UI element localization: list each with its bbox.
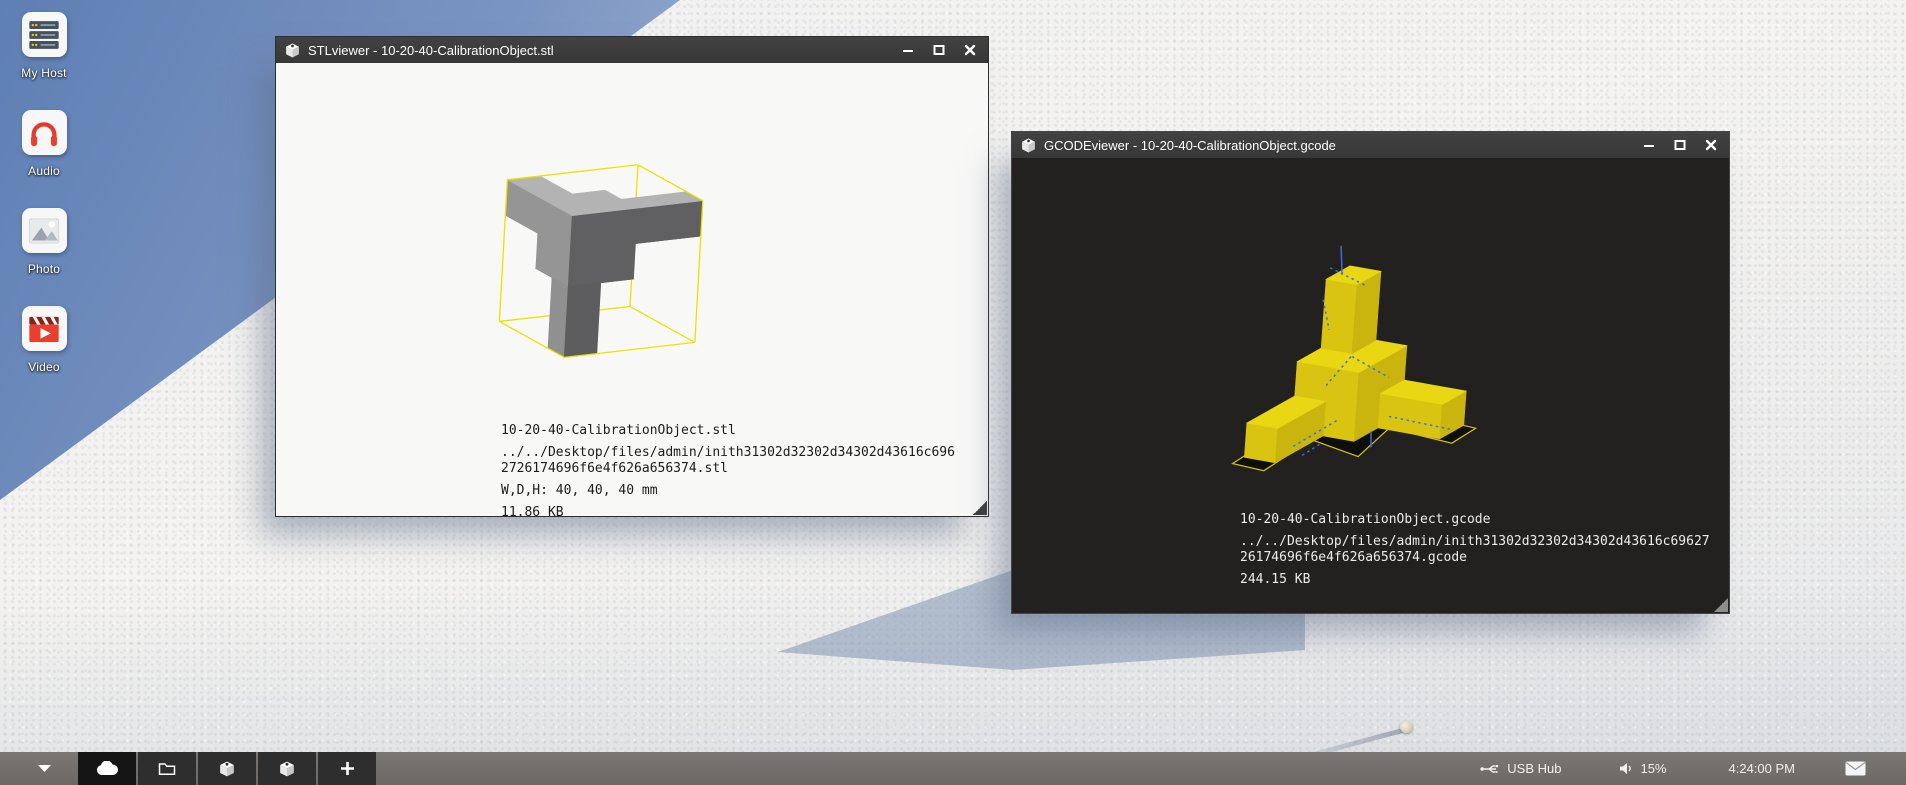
gcode-window-titlebar[interactable]: GCODEviewer - 10-20-40-CalibrationObject… bbox=[1012, 132, 1729, 158]
desktop-icon-photo[interactable]: Photo bbox=[16, 208, 72, 276]
desktop-icon-label: My Host bbox=[21, 66, 66, 80]
taskbar-buttons bbox=[78, 752, 376, 785]
folder-icon bbox=[158, 761, 176, 776]
headphones-icon bbox=[22, 110, 67, 155]
gcode-filename: 10-20-40-CalibrationObject.gcode bbox=[1240, 512, 1710, 528]
volume-status[interactable]: 15% bbox=[1619, 761, 1666, 776]
desktop-icon-my-host[interactable]: My Host bbox=[16, 12, 72, 80]
wall-peg bbox=[1400, 721, 1413, 733]
stl-file-info: 10-20-40-CalibrationObject.stl ../../Des… bbox=[501, 423, 955, 516]
cloud-icon bbox=[96, 761, 118, 776]
taskbar-button-stlviewer[interactable] bbox=[198, 752, 256, 785]
cube-icon bbox=[219, 761, 235, 777]
stl-filename: 10-20-40-CalibrationObject.stl bbox=[501, 423, 955, 439]
plus-icon bbox=[340, 761, 355, 776]
maximize-icon[interactable] bbox=[1673, 138, 1687, 152]
server-icon bbox=[22, 12, 67, 57]
stl-viewport-area: 10-20-40-CalibrationObject.stl ../../Des… bbox=[276, 63, 988, 516]
gcode-filepath: ../../Desktop/files/admin/inith31302d323… bbox=[1240, 534, 1710, 566]
stl-window-titlebar[interactable]: STLviewer - 10-20-40-CalibrationObject.s… bbox=[276, 37, 988, 63]
clock[interactable]: 4:24:00 PM bbox=[1729, 761, 1796, 776]
volume-label: 15% bbox=[1640, 761, 1666, 776]
notifications[interactable] bbox=[1845, 761, 1866, 776]
taskbar: USB Hub 15% 4:24:00 PM bbox=[0, 752, 1906, 785]
close-icon[interactable] bbox=[1704, 138, 1718, 152]
desktop-icon-label: Audio bbox=[28, 164, 60, 178]
usb-status[interactable]: USB Hub bbox=[1480, 761, 1561, 776]
gcode-file-info: 10-20-40-CalibrationObject.gcode ../../D… bbox=[1240, 512, 1710, 594]
taskbar-button-gcodeviewer[interactable] bbox=[258, 752, 316, 785]
stl-filesize: 11.86 KB bbox=[501, 505, 955, 516]
desktop-icon-label: Photo bbox=[28, 262, 60, 276]
taskbar-status-area: USB Hub 15% 4:24:00 PM bbox=[1480, 761, 1906, 776]
resize-handle-icon[interactable] bbox=[1714, 598, 1728, 612]
cube-app-icon bbox=[1021, 138, 1036, 153]
taskbar-button-files[interactable] bbox=[138, 752, 196, 785]
stl-dimensions: W,D,H: 40, 40, 40 mm bbox=[501, 483, 955, 499]
desktop-icon-list: My Host Audio Photo bbox=[16, 12, 72, 374]
desktop-icon-video[interactable]: Video bbox=[16, 306, 72, 374]
usb-icon bbox=[1480, 763, 1500, 775]
close-icon[interactable] bbox=[963, 43, 977, 57]
window-title: STLviewer - 10-20-40-CalibrationObject.s… bbox=[308, 43, 901, 58]
taskbar-button-new[interactable] bbox=[318, 752, 376, 785]
desktop-icon-label: Video bbox=[28, 360, 59, 374]
clock-label: 4:24:00 PM bbox=[1729, 761, 1796, 776]
window-title: GCODEviewer - 10-20-40-CalibrationObject… bbox=[1044, 138, 1642, 153]
taskbar-button-cloud[interactable] bbox=[78, 752, 136, 785]
stl-filepath: ../../Desktop/files/admin/inith31302d323… bbox=[501, 445, 955, 477]
gcode-viewer-window: GCODEviewer - 10-20-40-CalibrationObject… bbox=[1011, 131, 1730, 614]
cube-app-icon bbox=[285, 43, 300, 58]
gcode-filesize: 244.15 KB bbox=[1240, 572, 1710, 588]
minimize-icon[interactable] bbox=[901, 43, 915, 57]
photo-icon bbox=[22, 208, 67, 253]
desktop-icon-audio[interactable]: Audio bbox=[16, 110, 72, 178]
maximize-icon[interactable] bbox=[932, 43, 946, 57]
minimize-icon[interactable] bbox=[1642, 138, 1656, 152]
gcode-viewport-area: 10-20-40-CalibrationObject.gcode ../../D… bbox=[1012, 158, 1729, 613]
speaker-icon bbox=[1619, 762, 1633, 775]
usb-label: USB Hub bbox=[1507, 761, 1561, 776]
resize-handle-icon[interactable] bbox=[973, 501, 987, 515]
cube-icon bbox=[279, 761, 295, 777]
chevron-down-icon[interactable] bbox=[22, 764, 66, 773]
stl-viewer-window: STLviewer - 10-20-40-CalibrationObject.s… bbox=[275, 36, 989, 517]
clapperboard-icon bbox=[22, 306, 67, 351]
mail-icon bbox=[1845, 761, 1866, 776]
